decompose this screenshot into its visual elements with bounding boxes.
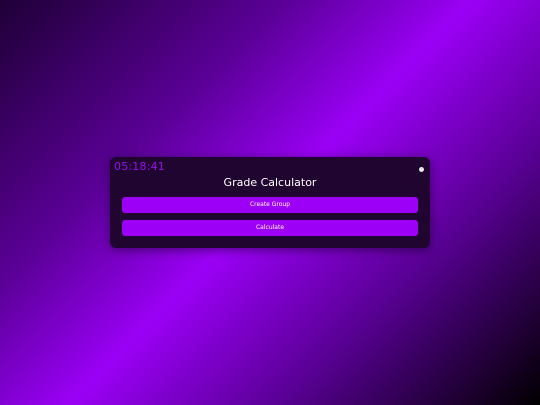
grade-calculator-panel: 05:18:41 Grade Calculator Create Group C… [110, 157, 430, 248]
page-title: Grade Calculator [223, 176, 317, 189]
clock-display: 05:18:41 [114, 160, 166, 173]
calculate-button[interactable]: Calculate [122, 220, 418, 236]
create-group-button[interactable]: Create Group [122, 197, 418, 213]
status-dot-icon [419, 167, 424, 172]
